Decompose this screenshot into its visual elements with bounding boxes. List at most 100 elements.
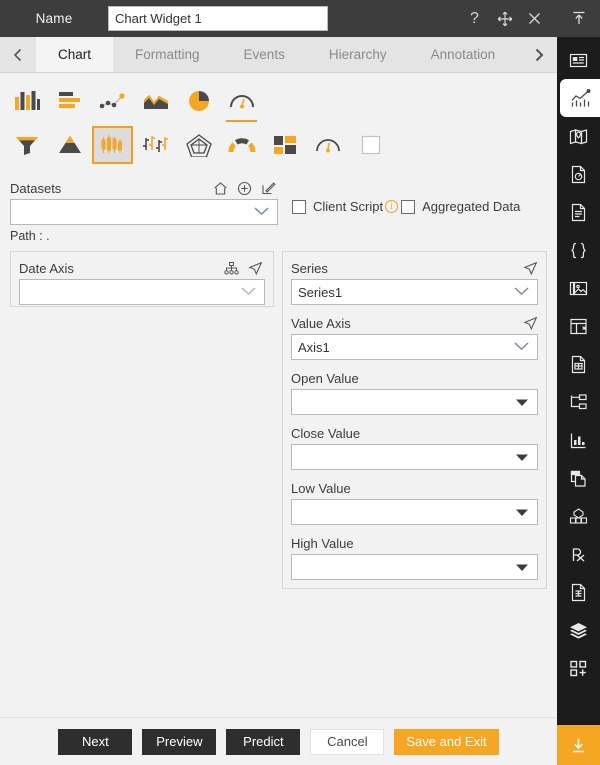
datasets-label: Datasets [10,180,62,196]
bar-chart-panel-icon[interactable] [557,421,600,459]
datasets-options: Client Script i Aggregated Data [292,177,520,214]
tab-formatting[interactable]: Formatting [113,37,222,72]
add-circle-icon[interactable] [237,181,252,196]
caret-down-icon [516,450,528,465]
candlestick-chart-icon[interactable] [92,126,133,164]
move-icon[interactable] [496,10,513,27]
caret-down-icon [516,395,528,410]
date-axis-select[interactable] [19,279,265,305]
pie-chart-icon[interactable] [178,82,219,120]
navigate-icon[interactable] [248,261,263,276]
map-icon[interactable] [557,117,600,155]
dialog-footer: Next Preview Predict Cancel Save and Exi… [0,717,557,765]
add-widget-icon[interactable] [557,649,600,687]
caret-down-icon [516,505,528,520]
series-field: Series Series1 [291,258,538,305]
axis-columns: Date Axis Series Series1 Value Axis Axis… [0,251,557,589]
treemap-chart-icon[interactable] [264,126,305,164]
high-value-select[interactable] [291,554,538,580]
date-axis-label-line: Date Axis [19,258,265,279]
date-axis-panel: Date Axis [10,251,274,307]
predict-button[interactable]: Predict [226,728,301,755]
close-icon[interactable] [526,10,543,27]
datasets-select[interactable] [10,199,278,225]
datasets-left: Datasets Path: . [10,177,278,243]
cancel-button[interactable]: Cancel [310,728,385,755]
tab-hierarchy[interactable]: Hierarchy [307,37,409,72]
next-button[interactable]: Next [58,728,133,755]
value-axis-value: Axis1 [298,339,330,355]
navigate-icon[interactable] [523,261,538,276]
main-panel: Name ? [0,0,557,765]
column-chart-icon[interactable] [6,82,47,120]
rail-collapse-button[interactable] [557,0,600,37]
scatter-line-chart-icon[interactable] [92,82,133,120]
report-document-icon[interactable] [557,345,600,383]
series-label: Series [291,261,328,276]
tab-chart[interactable]: Chart [36,37,114,72]
series-label-line: Series [291,258,538,279]
tab-annotation[interactable]: Annotation [409,37,518,72]
client-script-checkbox[interactable] [292,199,306,214]
tree-hierarchy-icon[interactable] [557,383,600,421]
range-chart-icon[interactable] [135,126,176,164]
hierarchy-icon[interactable] [224,261,239,276]
edit-icon[interactable] [261,181,276,196]
text-document-icon[interactable] [557,573,600,611]
info-icon[interactable]: i [385,200,399,213]
tabs-prev-arrow[interactable] [0,37,36,72]
document-icon[interactable] [557,193,600,231]
save-and-exit-button[interactable]: Save and Exit [394,728,499,755]
low-value-select[interactable] [291,499,538,525]
open-value-select[interactable] [291,389,538,415]
download-button[interactable] [557,725,600,765]
semi-gauge-chart-icon[interactable] [221,126,262,164]
blank-chart-icon[interactable] [350,126,391,164]
table-icon[interactable] [557,307,600,345]
image-icon[interactable] [557,269,600,307]
open-value-field: Open Value [291,368,538,415]
area-chart-icon[interactable] [135,82,176,120]
date-axis-label: Date Axis [19,261,74,276]
tab-bar: Chart Formatting Events Hierarchy Annota… [0,37,557,73]
close-value-select[interactable] [291,444,538,470]
chart-icon[interactable] [560,79,600,117]
tab-events[interactable]: Events [222,37,307,72]
chevron-down-icon [240,285,257,300]
aggregated-data-checkbox[interactable] [401,199,416,214]
widget-name-input[interactable] [108,6,328,31]
layers-icon[interactable] [557,611,600,649]
code-braces-icon[interactable] [557,231,600,269]
series-select[interactable]: Series1 [291,279,538,305]
gauge-chart-underline [226,120,257,122]
copy-document-icon[interactable] [557,459,600,497]
chart-type-palette [0,73,557,171]
high-value-field: High Value [291,533,538,580]
radar-chart-icon[interactable] [178,126,219,164]
home-icon[interactable] [213,181,228,196]
widget-card-icon[interactable] [557,41,600,79]
close-value-label: Close Value [291,426,361,441]
aggregated-data-label: Aggregated Data [422,199,521,214]
database-cube-icon[interactable] [557,497,600,535]
bar-chart-icon[interactable] [49,82,90,120]
navigate-icon[interactable] [523,316,538,331]
value-axis-field: Value Axis Axis1 [291,313,538,360]
datasets-row: Datasets Path: . Client Script i Aggreg… [10,177,547,243]
date-axis-icons [224,261,265,276]
tabs-next-arrow[interactable] [521,37,557,72]
dial-gauge-chart-icon[interactable] [307,126,348,164]
funnel-chart-icon[interactable] [6,126,47,164]
preview-button[interactable]: Preview [142,728,217,755]
name-label: Name [35,11,73,26]
prescription-rx-icon[interactable] [557,535,600,573]
low-value-field: Low Value [291,478,538,525]
gauge-chart-icon[interactable] [221,82,262,122]
gauge-document-icon[interactable] [557,155,600,193]
value-axis-label: Value Axis [291,316,351,331]
value-axis-select[interactable]: Axis1 [291,334,538,360]
caret-down-icon [516,560,528,575]
pyramid-chart-icon[interactable] [49,126,90,164]
series-panel: Series Series1 Value Axis Axis1 Open Val… [282,251,547,589]
help-icon[interactable]: ? [466,10,483,27]
